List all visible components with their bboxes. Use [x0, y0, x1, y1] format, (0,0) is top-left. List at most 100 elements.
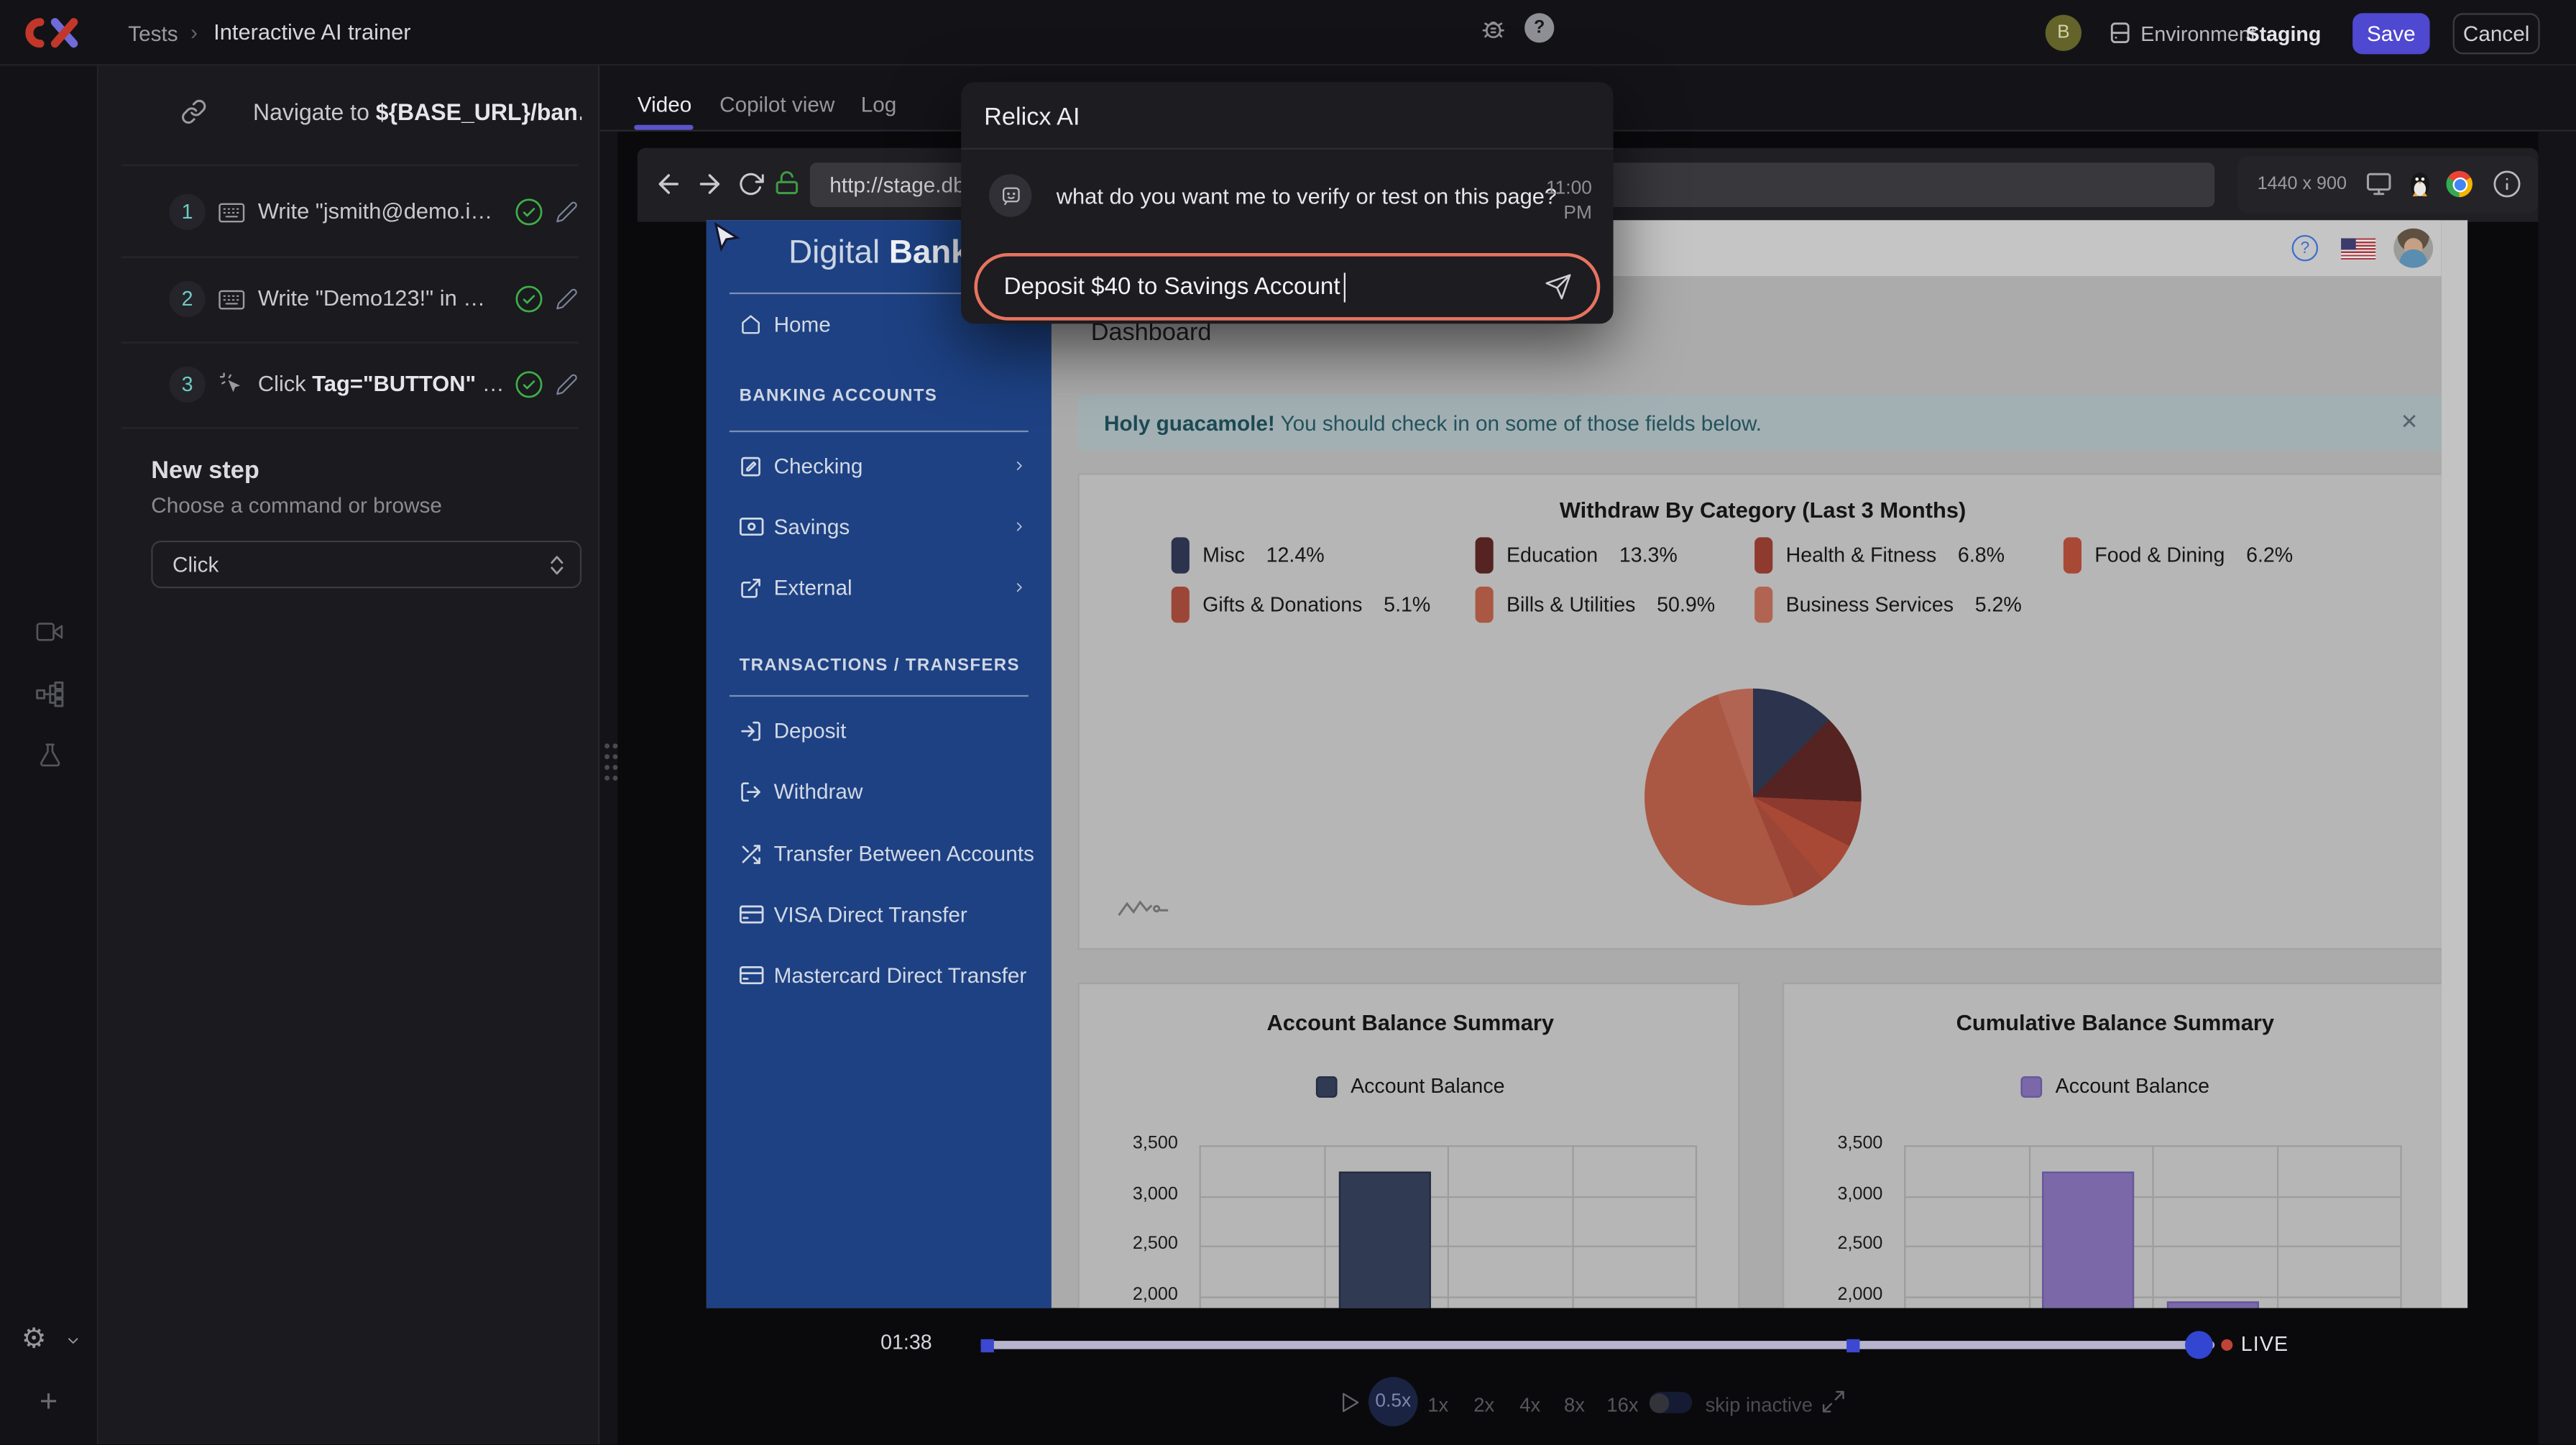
us-flag-icon[interactable]	[2341, 238, 2375, 260]
y-tick: 2,000	[1811, 1284, 1883, 1303]
home-icon	[740, 314, 763, 336]
bar-chart-legend[interactable]: Account Balance	[1784, 1075, 2441, 1098]
chevron-down-icon[interactable]	[63, 1333, 84, 1349]
edit-pencil-icon[interactable]	[556, 288, 579, 311]
cx-logo[interactable]	[22, 12, 80, 54]
play-icon[interactable]	[1338, 1388, 1362, 1416]
flow-tree-icon[interactable]	[34, 679, 65, 710]
credit-card-icon	[740, 966, 764, 984]
step-row[interactable]: Click Tag="BUTTON" …	[258, 372, 505, 396]
legend-item[interactable]: Food & Dining6.2%	[2064, 537, 2293, 573]
info-icon[interactable]	[2492, 169, 2521, 198]
bank-nav-visa-transfer[interactable]: VISA Direct Transfer	[707, 902, 1052, 942]
edit-pencil-icon[interactable]	[556, 201, 579, 224]
step-row[interactable]: Write "Demo123!" in …	[258, 286, 485, 311]
add-icon[interactable]: +	[40, 1385, 58, 1421]
bar-chart-legend[interactable]: Account Balance	[1080, 1075, 1742, 1098]
speed-4x[interactable]: 4x	[1519, 1393, 1540, 1416]
step-navigate[interactable]: Navigate to ${BASE_URL}/ban…	[253, 98, 581, 125]
withdraw-icon	[740, 781, 763, 804]
page-scrollbar[interactable]	[2442, 220, 2468, 1308]
live-dot	[2221, 1339, 2232, 1351]
fullscreen-icon[interactable]	[1821, 1388, 1847, 1415]
live-label[interactable]: LIVE	[2241, 1333, 2289, 1356]
timeline-marker[interactable]	[1846, 1339, 1859, 1352]
click-cursor-icon	[218, 372, 245, 398]
command-select[interactable]: Click	[151, 541, 581, 588]
speed-8x[interactable]: 8x	[1564, 1393, 1585, 1416]
panel-drag-handle[interactable]	[602, 741, 621, 784]
timeline-marker[interactable]	[981, 1339, 994, 1352]
bank-nav-withdraw[interactable]: Withdraw	[707, 779, 1052, 818]
keyboard-icon	[218, 202, 245, 224]
recorded-cursor-icon	[708, 222, 741, 255]
send-icon[interactable]	[1545, 272, 1573, 301]
y-tick: 2,500	[1811, 1234, 1883, 1254]
save-button[interactable]: Save	[2352, 13, 2429, 54]
bank-nav-deposit[interactable]: Deposit	[707, 718, 1052, 758]
legend-item[interactable]: Misc12.4%	[1172, 537, 1325, 573]
playhead[interactable]	[2185, 1331, 2213, 1359]
reload-icon[interactable]	[737, 171, 764, 198]
bank-nav-transfer[interactable]: Transfer Between Accounts	[707, 841, 1052, 881]
chevron-right-icon	[1012, 516, 1027, 538]
skip-inactive-toggle[interactable]	[1650, 1392, 1692, 1413]
left-rail	[0, 0, 98, 1445]
legend-item[interactable]: Business Services5.2%	[1754, 587, 2022, 623]
bar-cumulative-balance[interactable]	[2167, 1300, 2259, 1308]
tab-video[interactable]: Video	[638, 92, 691, 116]
app-window: Tests › Interactive AI trainer ? B Envir…	[0, 0, 2576, 1445]
bar-chart-title: Account Balance Summary	[1080, 1011, 1742, 1035]
forward-icon[interactable]	[695, 169, 724, 198]
bank-user-avatar[interactable]	[2393, 229, 2433, 268]
speed-0-5x[interactable]: 0.5x	[1368, 1377, 1418, 1426]
alert-close-icon[interactable]: ✕	[2401, 409, 2419, 436]
cancel-button[interactable]: Cancel	[2453, 13, 2540, 54]
y-tick: 3,000	[1811, 1184, 1883, 1203]
y-tick: 2,000	[1105, 1284, 1178, 1303]
bank-sidebar	[707, 220, 1052, 1308]
speed-1x[interactable]: 1x	[1427, 1393, 1448, 1416]
bank-nav-mastercard-transfer[interactable]: Mastercard Direct Transfer	[707, 963, 1052, 1002]
bank-nav-savings[interactable]: Savings	[707, 514, 1052, 554]
settings-gear-icon[interactable]: ⚙	[22, 1324, 47, 1354]
bug-icon[interactable]	[1478, 13, 1508, 42]
edit-pencil-icon[interactable]	[556, 373, 579, 396]
timeline-track[interactable]	[981, 1341, 2215, 1349]
playback-time: 01:38	[880, 1331, 932, 1354]
video-camera-icon[interactable]	[34, 618, 65, 646]
divider	[121, 165, 578, 166]
help-icon[interactable]: ?	[1524, 13, 1554, 42]
speed-16x[interactable]: 16x	[1606, 1393, 1638, 1416]
bar-account-balance[interactable]	[1339, 1173, 1431, 1308]
back-icon[interactable]	[654, 169, 684, 198]
user-avatar[interactable]: B	[2046, 15, 2082, 51]
tab-log[interactable]: Log	[861, 92, 897, 116]
chevron-right-icon	[1012, 577, 1027, 598]
step-row[interactable]: Write "jsmith@demo.i…	[258, 199, 492, 224]
legend-item[interactable]: Education13.3%	[1476, 537, 1678, 573]
breadcrumb-tests[interactable]: Tests	[128, 22, 178, 46]
bank-help-icon[interactable]: ?	[2292, 235, 2319, 262]
legend-item[interactable]: Gifts & Donations5.1%	[1172, 587, 1431, 623]
bar-cumulative-balance[interactable]	[2042, 1173, 2134, 1308]
chevron-right-icon	[1012, 455, 1027, 477]
chrome-icon	[2446, 171, 2472, 198]
legend-item[interactable]: Bills & Utilities50.9%	[1476, 587, 1716, 623]
divider	[121, 257, 578, 258]
bank-page: ? Digital Bank Home BANKING ACCOUNTS Che…	[707, 220, 2442, 1308]
legend-item[interactable]: Health & Fitness6.8%	[1754, 537, 2005, 573]
monitor-icon[interactable]	[2365, 171, 2392, 198]
bank-nav-checking[interactable]: Checking	[707, 454, 1052, 493]
pie-chart-title: Withdraw By Category (Last 3 Months)	[1080, 498, 2442, 523]
environment-value[interactable]: Staging	[2246, 23, 2322, 46]
sparkline-icon[interactable]	[1116, 894, 1172, 922]
check-circle-icon	[514, 197, 543, 226]
new-step-subtitle: Choose a command or browse	[151, 493, 442, 518]
bank-nav-external[interactable]: External	[707, 575, 1052, 615]
tab-copilot-view[interactable]: Copilot view	[719, 92, 834, 116]
flask-icon[interactable]	[36, 740, 64, 771]
prompt-input[interactable]: Deposit $40 to Savings Account	[974, 253, 1600, 321]
tab-active-underline	[634, 125, 693, 130]
speed-2x[interactable]: 2x	[1473, 1393, 1494, 1416]
